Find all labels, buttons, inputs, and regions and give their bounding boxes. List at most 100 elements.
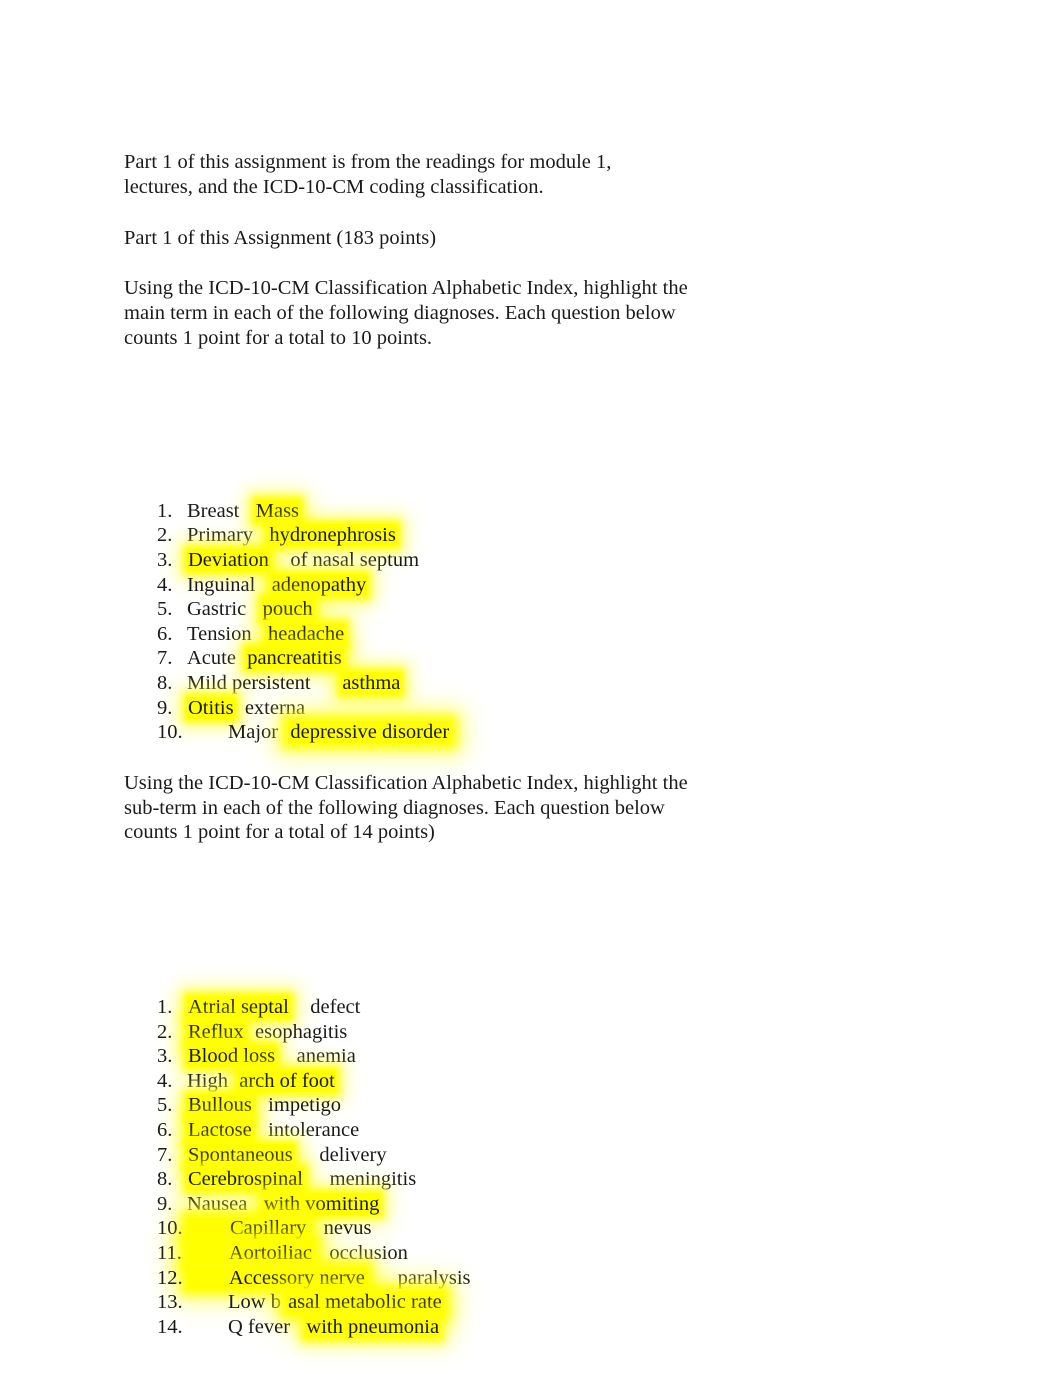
main-term-item-number: 3. [157,548,173,571]
sub-term-item: 1. Atrial septal defect [124,995,764,1020]
sub-term-highlighted-term: Accessory nerve [187,1266,367,1289]
sub-term-item-suffix: esophagitis [244,1020,348,1043]
sub-term-item-text: Bullous impetigo [187,1094,342,1117]
sub-term-item-text: Aortoiliac occlusion [187,1242,408,1265]
main-term-item: 1. Breast Mass [124,499,764,524]
main-term-item: 2. Primary hydronephrosis [124,523,764,548]
sub-term-item-number: 14. [157,1315,183,1338]
main-term-item: 6. Tension headache [124,622,764,647]
main-term-item: 8. Mild persistent asthma [124,671,764,696]
sub-term-item-number: 13. [157,1291,183,1314]
main-term-item-suffix: of nasal septum [269,548,420,571]
main-term-item: 9. Otitis externa [124,696,764,721]
sub-term-item-number: 6. [157,1119,173,1142]
document-body: Part 1 of this assignment is from the re… [124,150,764,1339]
sub-term-item-number: 4. [157,1069,173,1092]
sub-term-item-suffix: nevus [308,1217,372,1240]
sub-term-item-number: 8. [157,1168,173,1191]
main-term-item-text: Breast Mass [187,499,301,522]
sub-term-item: 6. Lactose intolerance [124,1118,764,1143]
main-term-item-text: Deviation of nasal septum [187,548,420,571]
sub-term-highlighted-term: Cerebrospinal [187,1168,304,1191]
main-term-item: 7. Acute pancreatitis [124,646,764,671]
sub-term-item: 2. Reflux esophagitis [124,1020,764,1045]
sub-term-item-text: Capillary nevus [187,1217,372,1240]
sub-term-item-text: Cerebrospinal meningitis [187,1168,417,1191]
document-page: Part 1 of this assignment is from the re… [0,0,1062,1377]
main-term-item: 10. Major depressive disorder [124,720,764,745]
main-term-item-number: 4. [157,573,173,596]
main-term-item-number: 7. [157,647,173,670]
sub-term-item: 3. Blood loss anemia [124,1044,764,1069]
main-term-item-number: 5. [157,598,173,621]
sub-term-item: 4. High arch of foot [124,1069,764,1094]
sub-term-item-suffix: paralysis [366,1266,471,1289]
main-term-highlighted-term: headache [267,622,346,645]
main-term-item: 3. Deviation of nasal septum [124,548,764,573]
main-term-item-number: 2. [157,524,173,547]
sub-term-item: 11. Aortoiliac occlusion [124,1241,764,1266]
main-term-item-text: Mild persistent asthma [187,671,402,694]
sub-term-item-text: Blood loss anemia [187,1045,356,1068]
main-term-item-number: 1. [157,499,173,522]
sub-term-item-text: Reflux esophagitis [187,1020,348,1043]
part-heading: Part 1 of this Assignment (183 points) [124,226,437,249]
sub-term-item-text: Q fever with pneumonia [187,1315,441,1338]
sub-term-item-suffix: delivery [293,1143,387,1166]
sub-term-item-suffix: meningitis [304,1168,417,1191]
sub-term-item-suffix: impetigo [252,1094,342,1117]
sub-term-item: 12. Accessory nerve paralysis [124,1266,764,1291]
sub-term-item: 14. Q fever with pneumonia [124,1315,764,1340]
main-term-item-text: Gastric pouch [187,598,314,621]
instruction-sub-term: Using the ICD-10-CM Classification Alpha… [124,771,688,844]
main-term-question-list: 1. Breast Mass 2. Primary hydronephrosis 3. D… [124,499,764,745]
sub-term-item-text: High arch of foot [187,1069,336,1092]
sub-term-item-text: Nausea with vomiting [187,1192,381,1215]
main-term-highlighted-term: hydronephrosis [268,524,397,547]
sub-term-item-text: Accessory nerve paralysis [187,1266,471,1289]
main-term-highlighted-term: asthma [341,671,402,694]
sub-term-item-prefix: Q fever [187,1315,306,1338]
sub-term-item-number: 5. [157,1094,173,1117]
sub-term-item-number: 1. [157,996,173,1019]
main-term-item-text: Acute pancreatitis [187,647,343,670]
sub-term-item: 9. Nausea with vomiting [124,1192,764,1217]
sub-term-highlighted-term: Aortoiliac [187,1242,314,1265]
sub-term-item-text: Lactose intolerance [187,1119,360,1142]
sub-term-item-number: 3. [157,1045,173,1068]
sub-term-item: 8. Cerebrospinal meningitis [124,1167,764,1192]
main-term-item-number: 6. [157,622,173,645]
main-term-item-number: 10. [157,721,183,744]
sub-term-highlighted-term: asal metabolic rate [286,1291,444,1314]
sub-term-item-number: 9. [157,1192,173,1215]
sub-term-item: 5. Bullous impetigo [124,1093,764,1118]
sub-term-item-number: 11. [157,1242,182,1265]
sub-term-item: 7. Spontaneous delivery [124,1143,764,1168]
sub-term-item-suffix: defect [289,996,361,1019]
sub-term-item-number: 7. [157,1143,173,1166]
sub-term-highlighted-term: Capillary [187,1217,309,1240]
main-term-highlighted-term: adenopathy [270,573,368,596]
sub-term-item-text: Low b asal metabolic rate [187,1291,444,1314]
main-term-item-text: Tension headache [187,622,346,645]
main-term-item-suffix: externa [234,696,306,719]
sub-term-item-suffix: occlusion [313,1242,408,1265]
sub-term-highlighted-term: Spontaneous [187,1143,294,1166]
sub-term-item-suffix: intolerance [252,1119,360,1142]
intro-paragraph: Part 1 of this assignment is from the re… [124,151,612,198]
sub-term-item: 13. Low b asal metabolic rate [124,1290,764,1315]
sub-term-item: 10. Capillary nevus [124,1216,764,1241]
sub-term-question-list: 1. Atrial septal defect 2. Reflux esophagit… [124,995,764,1339]
main-term-item-text: Primary hydronephrosis [187,524,397,547]
sub-term-item-suffix: anemia [276,1045,356,1068]
instruction-main-term: Using the ICD-10-CM Classification Alpha… [124,277,688,349]
main-term-item-text: Major depressive disorder [187,721,452,744]
sub-term-highlighted-term: arch of foot [238,1069,336,1092]
main-term-highlighted-term: pancreatitis [246,647,343,670]
sub-term-item-number: 2. [157,1020,173,1043]
main-term-item: 5. Gastric pouch [124,597,764,622]
main-term-item-text: Inguinal adenopathy [187,573,368,596]
